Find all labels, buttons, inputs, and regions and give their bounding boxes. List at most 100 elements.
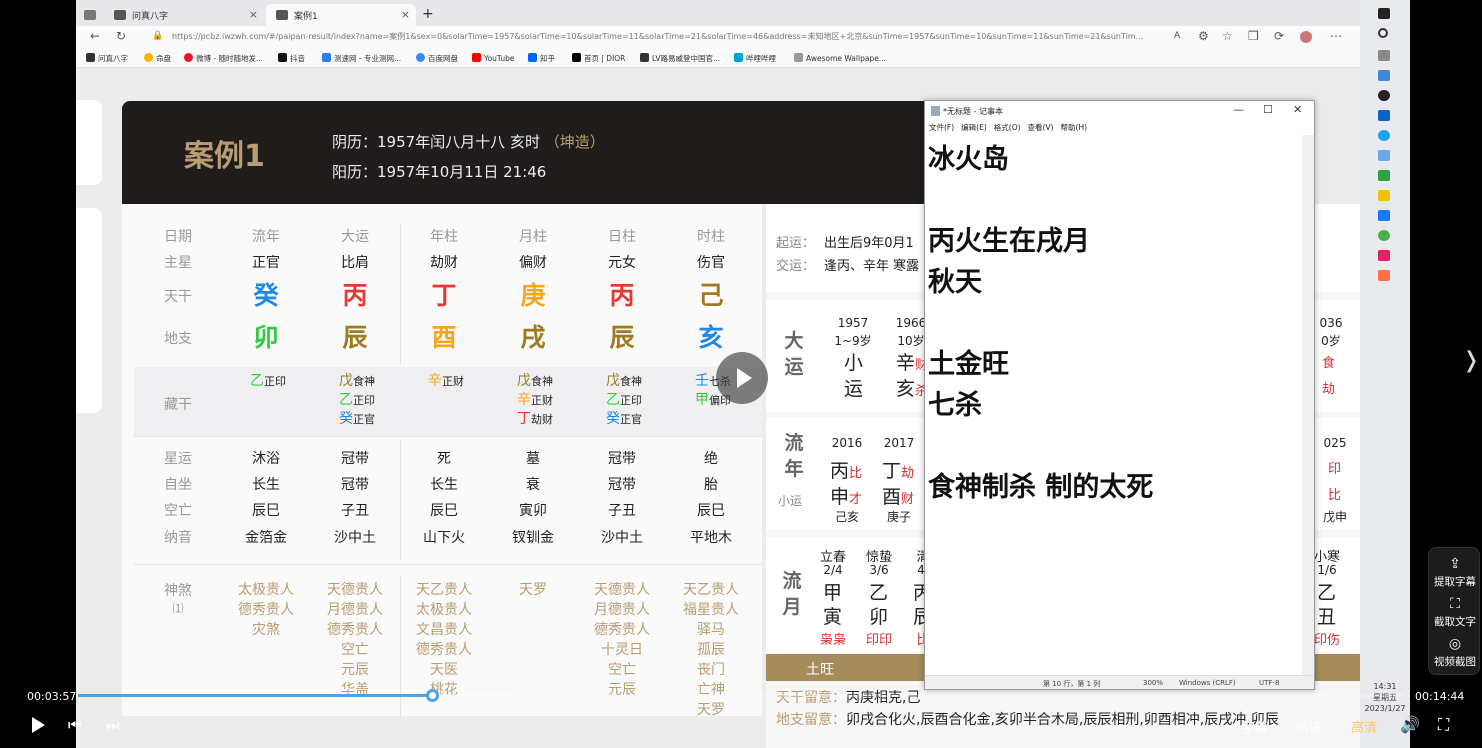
zizuo-cell: 衰 bbox=[526, 477, 540, 493]
progress-played bbox=[78, 694, 434, 697]
shensha-item: 空亡 bbox=[608, 662, 636, 678]
folder-icon[interactable] bbox=[1378, 190, 1390, 201]
kongwang-cell: 辰巳 bbox=[252, 503, 280, 519]
app-icon[interactable] bbox=[1378, 170, 1390, 181]
extract-subtitle-button[interactable]: ⇪ 提取字幕 bbox=[1429, 556, 1481, 589]
more-menu-icon[interactable]: ⋯ bbox=[1330, 29, 1342, 43]
dayun-label: 大运 bbox=[784, 330, 804, 378]
volume-icon[interactable]: 🔊 bbox=[1400, 715, 1420, 734]
url-field[interactable]: https://pcbz.iwzwh.com/#/paipan-result/i… bbox=[172, 31, 1162, 42]
notepad-task-icon[interactable] bbox=[1378, 150, 1390, 161]
progress-handle[interactable] bbox=[426, 689, 440, 702]
maximize-icon[interactable]: ☐ bbox=[1263, 103, 1273, 116]
quality-button[interactable]: 高清 bbox=[1351, 717, 1377, 736]
liuyue-date: 2/4 bbox=[823, 563, 843, 577]
canggan-item: 癸正官 bbox=[339, 411, 375, 427]
xingyun-cell: 绝 bbox=[704, 451, 718, 467]
close-icon[interactable]: ✕ bbox=[1293, 103, 1302, 116]
web-page: 案例1 阴历：1957年闰八月十八 亥时 （坤造） 阳历：1957年10月11日… bbox=[76, 68, 1360, 748]
speed-button[interactable]: 倍速 bbox=[1296, 717, 1322, 736]
back-icon[interactable]: ← bbox=[90, 29, 100, 43]
tab-case1[interactable]: 案例1 × bbox=[266, 4, 416, 26]
close-tab-icon[interactable]: × bbox=[249, 8, 258, 21]
bookmark-item[interactable]: 测速网 - 专业测网... bbox=[322, 53, 401, 64]
next-video-arrow-icon[interactable]: ❭ bbox=[1462, 348, 1480, 373]
bookmark-item[interactable]: 问真八字 bbox=[86, 53, 128, 64]
menu-help[interactable]: 帮助(H) bbox=[1061, 123, 1088, 132]
subtitle-button[interactable]: 字幕 bbox=[1242, 717, 1268, 736]
bookmark-item[interactable]: 知乎 bbox=[528, 53, 555, 64]
nayin-cell: 平地木 bbox=[690, 530, 732, 546]
notepad-scrollbar[interactable] bbox=[1302, 135, 1314, 677]
row-label-nayin: 纳音 bbox=[164, 530, 192, 546]
address-bar: ← ↻ 🔒 https://pcbz.iwzwh.com/#/paipan-re… bbox=[76, 26, 1410, 48]
bookmark-item[interactable]: 百度网盘 bbox=[416, 53, 458, 64]
shensha-item: 空亡 bbox=[341, 642, 369, 658]
xingyun-cell: 死 bbox=[437, 451, 451, 467]
qiyun-label: 起运： bbox=[776, 236, 816, 251]
shensha-item: 十灵日 bbox=[601, 642, 643, 658]
menu-edit[interactable]: 编辑(E) bbox=[961, 123, 987, 132]
screenshot-button[interactable]: ◎ 视频截图 bbox=[1429, 636, 1481, 669]
shensha-item: 德秀贵人 bbox=[594, 622, 650, 638]
collections-icon[interactable]: ❐ bbox=[1248, 29, 1259, 43]
previous-icon[interactable]: ⏮ bbox=[68, 716, 82, 734]
canggan-item: 丁劫财 bbox=[517, 411, 553, 427]
menu-file[interactable]: 文件(F) bbox=[929, 123, 954, 132]
notepad-window[interactable]: *无标题 - 记事本 — ☐ ✕ 文件(F) 编辑(E) 格式(O) 查看(V) 帮助(… bbox=[924, 100, 1315, 690]
next-icon[interactable]: ⏭ bbox=[106, 716, 120, 734]
xiaoyun-value: 戊申 bbox=[1322, 510, 1347, 524]
new-tab-icon[interactable]: + bbox=[416, 4, 436, 26]
header-month: 月柱 bbox=[519, 229, 547, 245]
shensha-item: 太极贵人 bbox=[238, 582, 294, 598]
edge-icon[interactable] bbox=[1378, 130, 1390, 141]
app-icon[interactable] bbox=[1378, 270, 1390, 281]
fullscreen-icon[interactable]: ⛶ bbox=[1438, 715, 1449, 735]
camera-icon: ◎ bbox=[1448, 636, 1462, 652]
current-time: 00:03:57 bbox=[27, 690, 77, 703]
app-icon[interactable] bbox=[1378, 250, 1390, 261]
shensha-item: 天乙贵人 bbox=[416, 582, 472, 598]
play-overlay-button[interactable] bbox=[716, 352, 768, 404]
menu-format[interactable]: 格式(O) bbox=[994, 123, 1021, 132]
windows-start-icon[interactable] bbox=[1378, 8, 1390, 19]
shensha-item: 天医 bbox=[430, 662, 458, 678]
close-tab-icon[interactable]: × bbox=[401, 8, 410, 21]
favorites-icon[interactable]: ☆ bbox=[1222, 29, 1233, 43]
liuyue-date: 3/6 bbox=[869, 563, 889, 577]
profile-avatar[interactable] bbox=[1300, 31, 1312, 43]
read-aloud-icon[interactable]: A bbox=[1174, 31, 1180, 41]
extensions-icon[interactable]: ⚙ bbox=[1198, 29, 1209, 43]
search-icon[interactable] bbox=[1378, 28, 1388, 38]
shensha-item: 天乙贵人 bbox=[683, 582, 739, 598]
notepad-textarea[interactable]: 冰火岛 丙火生在戌月 秋天 土金旺 七杀 食神制杀 制的太死 bbox=[928, 139, 1298, 674]
app-icon[interactable] bbox=[1378, 110, 1390, 121]
refresh-icon[interactable]: ↻ bbox=[116, 29, 126, 43]
extract-text-button[interactable]: ⛶ 截取文字 bbox=[1429, 596, 1481, 629]
app-icon[interactable] bbox=[1378, 70, 1390, 81]
liuyue-shishen: 印印 bbox=[865, 633, 892, 648]
bookmark-item[interactable]: Awesome Wallpape... bbox=[794, 53, 886, 63]
tiangan-char: 丙 bbox=[342, 281, 368, 310]
taskview-icon[interactable] bbox=[1378, 50, 1390, 61]
bookmark-item[interactable]: 抖音 bbox=[278, 53, 305, 64]
tab-favicon-icon bbox=[276, 10, 288, 20]
bookmark-item[interactable]: 哔哩哔哩 bbox=[734, 53, 776, 64]
app-icon[interactable] bbox=[1378, 90, 1390, 101]
row-label-canggan: 藏干 bbox=[164, 397, 192, 413]
bookmark-item[interactable]: 首页 | DIOR bbox=[572, 53, 625, 64]
bookmark-item[interactable]: 命盘 bbox=[144, 53, 171, 64]
app-icon[interactable] bbox=[1378, 210, 1390, 221]
xingyun-cell: 沐浴 bbox=[252, 451, 280, 467]
play-button[interactable] bbox=[32, 717, 45, 733]
tab-wenzhen[interactable]: 问真八字 × bbox=[104, 4, 264, 26]
app-icon[interactable] bbox=[1378, 230, 1390, 241]
shensha-cell: 太极贵人 德秀贵人 灾煞 bbox=[221, 580, 311, 640]
minimize-icon[interactable]: — bbox=[1233, 103, 1244, 116]
sync-icon[interactable]: ⟳ bbox=[1274, 29, 1284, 43]
bookmark-item[interactable]: LV路易威登中国官... bbox=[640, 53, 720, 64]
menu-view[interactable]: 查看(V) bbox=[1028, 123, 1054, 132]
shensha-item: 丧门 bbox=[697, 662, 725, 678]
bookmark-item[interactable]: YouTube bbox=[472, 53, 515, 63]
bookmark-item[interactable]: 微博 - 随时随地发... bbox=[184, 53, 263, 64]
